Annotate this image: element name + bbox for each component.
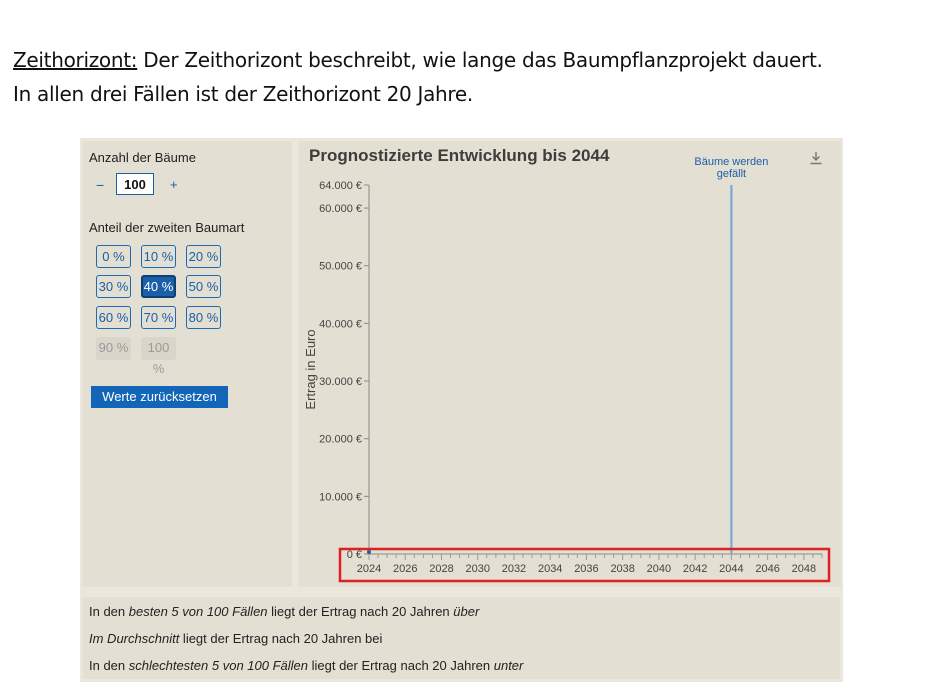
download-icon[interactable]: [808, 150, 824, 171]
x-tick-label: 2030: [465, 563, 489, 575]
chart-title: Prognostizierte Entwicklung bis 2044: [309, 146, 610, 165]
x-tick-label: 2026: [393, 563, 417, 575]
x-tick-label: 2040: [647, 563, 671, 575]
zeithorizont-description: Der Zeithorizont beschreibt, wie lange d…: [137, 48, 823, 72]
y-tick-label: 0 €: [347, 549, 362, 561]
x-tick-label: 2046: [755, 563, 779, 575]
summary-best-cases: In den besten 5 von 100 Fällen liegt der…: [89, 604, 480, 619]
percent-option-button[interactable]: 80 %: [186, 306, 221, 329]
start-point: [367, 550, 371, 554]
y-tick-label: 20.000 €: [319, 434, 362, 446]
y-tick-label: 60.000 €: [319, 203, 362, 215]
y-tick-label: 50.000 €: [319, 261, 362, 273]
x-tick-label: 2028: [429, 563, 453, 575]
percent-option-button[interactable]: 0 %: [96, 245, 131, 268]
percent-option-button[interactable]: 40 %: [141, 275, 176, 298]
x-tick-label: 2036: [574, 563, 598, 575]
trees-count-input[interactable]: 100: [116, 173, 154, 195]
summary-panel: In den besten 5 von 100 Fällen liegt der…: [83, 597, 840, 679]
decrement-button[interactable]: −: [96, 177, 104, 193]
y-tick-label: 64.000 €: [319, 180, 362, 192]
x-tick-label: 2042: [683, 563, 707, 575]
percent-option-button[interactable]: 10 %: [141, 245, 176, 268]
harvest-annotation-line-1: Bäume werden: [694, 156, 768, 168]
percent-option-button[interactable]: 50 %: [186, 275, 221, 298]
x-tick-label: 2024: [357, 563, 381, 575]
slide-line-2: In allen drei Fällen ist der Zeithorizon…: [13, 82, 473, 106]
harvest-annotation-line-2: gefällt: [717, 168, 746, 180]
slide-line-1: Zeithorizont: Der Zeithorizont beschreib…: [13, 48, 823, 72]
chart-panel: 0 € 10.000 € 20.000 € 30.000 € 40.000 € 50.00…: [299, 141, 841, 587]
chart: 0 € 10.000 € 20.000 € 30.000 € 40.000 € 50.00…: [303, 156, 831, 583]
x-tick-label: 2038: [610, 563, 634, 575]
second-species-share-label: Anteil der zweiten Baumart: [89, 220, 245, 235]
trees-count-label: Anzahl der Bäume: [89, 150, 196, 165]
y-tick-label: 10.000 €: [319, 491, 362, 503]
y-tick-label: 30.000 €: [319, 376, 362, 388]
x-tick-label: 2044: [719, 563, 743, 575]
x-tick-label: 2048: [792, 563, 816, 575]
x-tick-label: 2034: [538, 563, 562, 575]
summary-average: Im Durchschnitt liegt der Ertrag nach 20…: [89, 631, 383, 646]
percent-option-button: 90 %: [96, 337, 131, 360]
percent-option-button[interactable]: 60 %: [96, 306, 131, 329]
summary-worst-cases: In den schlechtesten 5 von 100 Fällen li…: [89, 658, 524, 673]
percent-option-button[interactable]: 30 %: [96, 275, 131, 298]
percent-option-button[interactable]: 20 %: [186, 245, 221, 268]
y-axis-title: Ertrag in Euro: [303, 329, 318, 409]
percent-option-button[interactable]: 70 %: [141, 306, 176, 329]
simulation-app: Anzahl der Bäume − 100 + Anteil der zwei…: [80, 138, 843, 682]
x-tick-label: 2032: [502, 563, 526, 575]
controls-panel: Anzahl der Bäume − 100 + Anteil der zwei…: [83, 141, 292, 587]
reset-button[interactable]: Werte zurücksetzen: [91, 386, 228, 408]
zeithorizont-term: Zeithorizont:: [13, 48, 138, 72]
percent-option-button: 100 %: [141, 337, 176, 376]
increment-button[interactable]: +: [170, 177, 178, 192]
y-tick-label: 40.000 €: [319, 318, 362, 330]
